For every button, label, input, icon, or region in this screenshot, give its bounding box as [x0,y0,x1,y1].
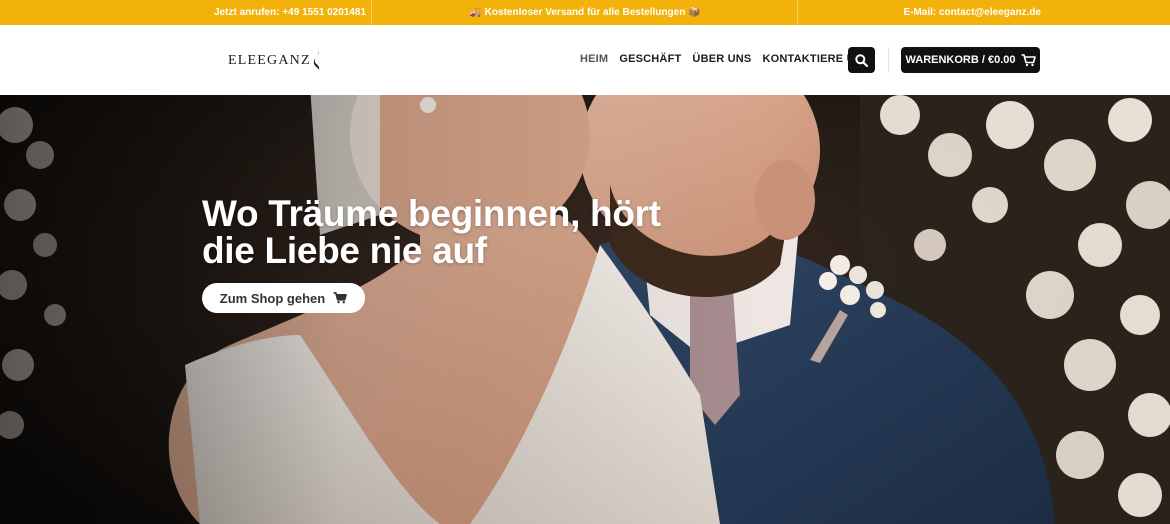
nav-item-shop[interactable]: GESCHÄFT [619,53,681,65]
logo-text: ELEEGANZ [228,53,311,68]
hero-title: Wo Träume beginnen, hört die Liebe nie a… [202,195,762,269]
logo[interactable]: ELEEGANZ [228,49,322,73]
search-icon [855,53,868,67]
main-nav: HEIM GESCHÄFT ÜBER UNS KONTAKTIERE UNS [580,53,881,65]
nav-item-home[interactable]: HEIM [580,53,608,65]
divider [797,0,798,25]
header-divider [888,47,889,73]
hero-background-image [0,95,1170,524]
cart-icon [1021,53,1036,66]
shop-now-button[interactable]: Zum Shop gehen [202,283,365,313]
hero-banner: Wo Träume beginnen, hört die Liebe nie a… [0,95,1170,524]
nav-item-about[interactable]: ÜBER UNS [692,53,751,65]
logo-mark-icon [313,51,319,70]
search-button[interactable] [848,47,875,73]
cart-button[interactable]: WARENKORB / €0.00 [901,47,1040,73]
hero-title-line-2: die Liebe nie auf [202,230,487,271]
cart-label: WARENKORB / €0.00 [905,54,1016,66]
shop-now-label: Zum Shop gehen [219,290,326,306]
cart-icon [333,292,348,304]
hero-title-line-1: Wo Träume beginnen, hört [202,193,661,234]
announcement-bar: Jetzt anrufen: +49 1551 0201481 🚚 Kosten… [0,0,1170,25]
site-header: ELEEGANZ HEIM GESCHÄFT ÜBER UNS KONTAKTI… [0,25,1170,95]
email-link[interactable]: E-Mail: contact@eleeganz.de [903,7,1041,18]
